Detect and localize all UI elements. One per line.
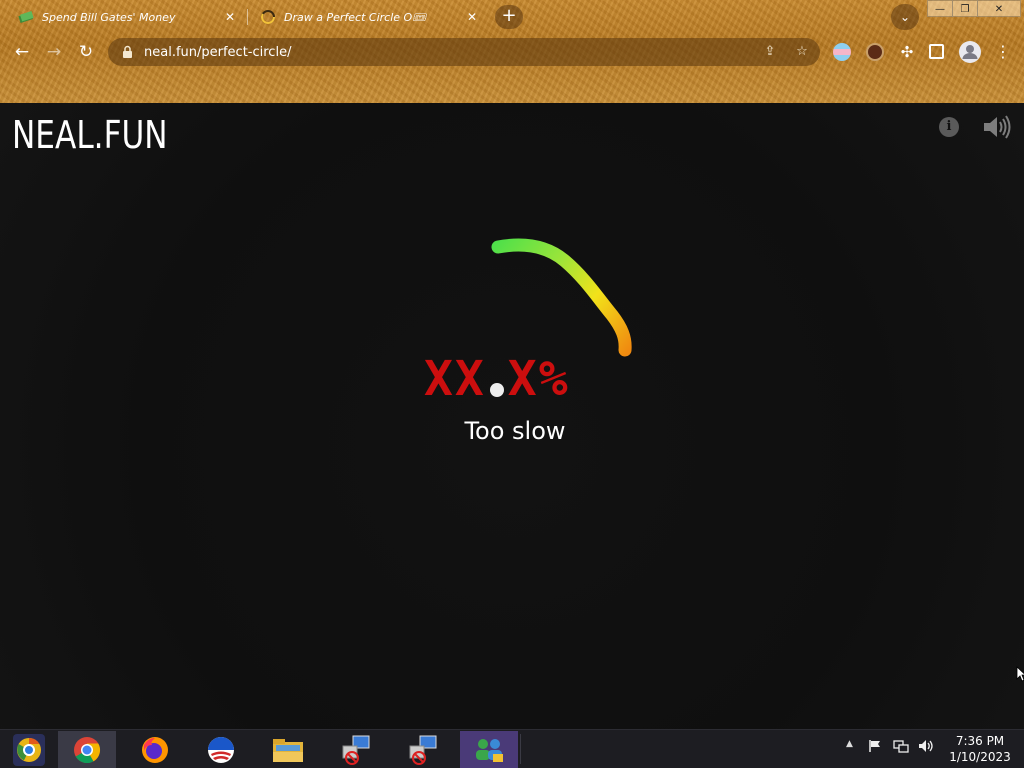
back-button[interactable]: ← (9, 39, 35, 65)
action-center-flag-icon[interactable] (868, 739, 882, 759)
lock-icon (122, 45, 134, 59)
browser-toolbar: ← → ↻ neal.fun/perfect-circle/ ⇪ ☆ ✣ ⋮ (0, 34, 1024, 70)
tab-spend-bill-gates[interactable]: Spend Bill Gates' Money ✕ (8, 3, 244, 31)
reload-button[interactable]: ↻ (73, 39, 99, 65)
tab-title: Spend Bill Gates' Money (42, 10, 176, 24)
tab-search-button[interactable]: ⌄ (891, 4, 919, 30)
system-clock[interactable]: 7:36 PM 1/10/2023 (944, 733, 1016, 765)
extension-flag-icon[interactable] (833, 43, 851, 61)
menu-kebab-icon[interactable]: ⋮ (990, 39, 1016, 65)
taskbar-messenger[interactable] (460, 731, 518, 768)
circle-site-icon (260, 9, 276, 25)
close-window-button[interactable]: ✕ (977, 0, 1021, 17)
volume-icon[interactable] (918, 739, 934, 759)
score-fraction: X% (507, 351, 570, 407)
url-text: neal.fun/perfect-circle/ (144, 44, 292, 60)
minimize-button[interactable]: — (927, 0, 953, 17)
chrome-canary-icon (13, 733, 45, 766)
close-tab-icon[interactable]: ✕ (222, 9, 238, 25)
site-logo[interactable]: NEAL.FUN (12, 113, 168, 157)
accuracy-score: XX X% (424, 351, 570, 407)
result-message: Too slow (464, 417, 566, 445)
file-explorer-icon (273, 738, 303, 762)
tab-separator (247, 9, 248, 25)
page-content[interactable]: NEAL.FUN i XX X% Too slow (0, 103, 1024, 729)
tab-perfect-circle[interactable]: Draw a Perfect Circle O🎟 ✕ (250, 3, 486, 31)
info-icon[interactable]: i (939, 117, 959, 137)
close-tab-icon[interactable]: ✕ (464, 9, 480, 25)
taskbar-network-tool-2[interactable] (393, 731, 451, 768)
firefox-icon (142, 736, 168, 763)
taskbar-chrome[interactable] (58, 731, 116, 768)
window-controls: — ❐ ✕ (927, 0, 1021, 18)
center-dot (489, 383, 504, 397)
network-tool-icon (409, 735, 437, 765)
extensions-puzzle-icon[interactable]: ✣ (898, 43, 916, 61)
messenger-icon (476, 738, 503, 762)
clock-date: 1/10/2023 (949, 750, 1011, 764)
profile-extension-icon[interactable] (866, 43, 884, 61)
taskbar-file-explorer[interactable] (259, 731, 317, 768)
tab-title: Draw a Perfect Circle O🎟 (284, 10, 427, 24)
taskbar-network-tool-1[interactable] (326, 731, 384, 768)
taskbar-firefox[interactable] (126, 731, 184, 768)
taskbar: ▲ 7:36 PM 1/10/2023 (0, 729, 1024, 768)
taskbar-chrome-canary[interactable] (0, 731, 58, 768)
browser-chrome: Spend Bill Gates' Money ✕ Draw a Perfect… (0, 0, 1024, 103)
network-icon[interactable] (893, 739, 909, 759)
account-avatar-icon[interactable] (959, 41, 981, 63)
bookmark-star-icon[interactable]: ☆ (794, 44, 810, 60)
share-icon[interactable]: ⇪ (762, 44, 778, 60)
address-bar[interactable]: neal.fun/perfect-circle/ ⇪ ☆ (108, 38, 820, 66)
taskbar-obama-app[interactable] (192, 731, 250, 768)
score-integer: XX (424, 351, 486, 407)
new-tab-button[interactable]: + (495, 5, 523, 29)
drawn-circle-stroke (491, 238, 632, 357)
network-tool-icon (342, 735, 370, 765)
sound-icon[interactable] (982, 113, 1012, 141)
forward-button[interactable]: → (41, 39, 67, 65)
mouse-cursor-icon (1016, 666, 1024, 682)
chrome-icon (74, 736, 101, 763)
opera-icon (208, 736, 234, 763)
tray-expand-icon[interactable]: ▲ (846, 739, 853, 759)
restore-button[interactable]: ❐ (952, 0, 978, 17)
tab-strip: Spend Bill Gates' Money ✕ Draw a Perfect… (0, 0, 1024, 34)
side-panel-icon[interactable] (929, 44, 944, 59)
money-icon (18, 9, 34, 25)
clock-time: 7:36 PM (955, 734, 1005, 748)
taskbar-divider (520, 734, 521, 764)
